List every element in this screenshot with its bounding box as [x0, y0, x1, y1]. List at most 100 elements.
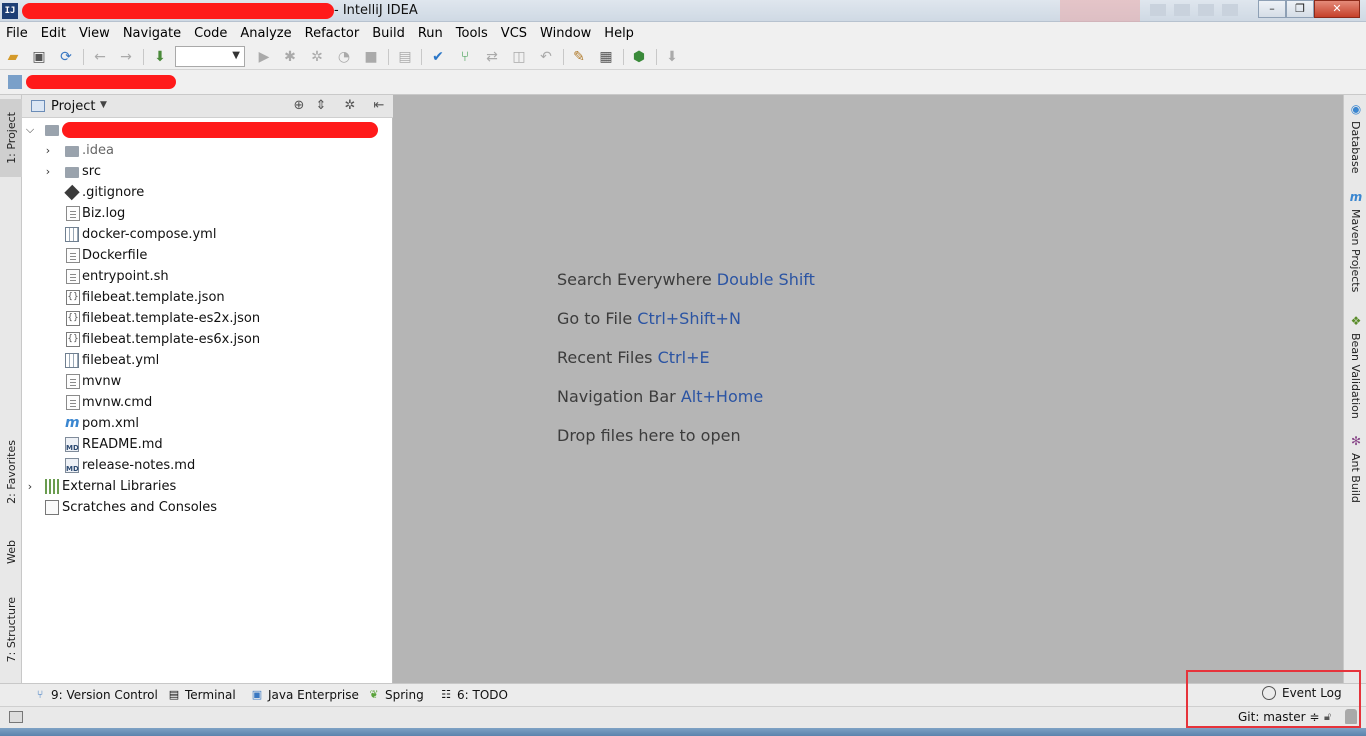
- run-configuration-select[interactable]: ▼: [175, 46, 245, 67]
- tree-row[interactable]: {} filebeat.template.json: [22, 287, 393, 308]
- tree-row[interactable]: docker-compose.yml: [22, 224, 393, 245]
- tab-todo[interactable]: ☷ 6: TODO: [439, 688, 508, 702]
- save-icon[interactable]: ▣: [31, 49, 47, 65]
- maximize-button[interactable]: ❐: [1286, 0, 1314, 18]
- project-structure-icon[interactable]: ▦: [598, 49, 614, 65]
- status-bar: [0, 706, 1366, 728]
- chevron-right-icon[interactable]: ›: [42, 144, 54, 157]
- tree-label: Biz.log: [82, 206, 126, 221]
- tree-row[interactable]: › src: [22, 161, 393, 182]
- menu-window[interactable]: Window: [540, 26, 591, 41]
- chevron-right-icon[interactable]: ›: [42, 165, 54, 178]
- toolbar-separator: [388, 49, 389, 65]
- hide-panel-icon[interactable]: ⇤: [371, 98, 387, 113]
- tab-project[interactable]: 1: Project: [0, 99, 22, 177]
- memory-indicator-icon[interactable]: [1345, 709, 1357, 724]
- tree-row[interactable]: mvnw.cmd: [22, 392, 393, 413]
- profile-icon[interactable]: ◔: [336, 49, 352, 65]
- chevron-down-icon[interactable]: ⌵: [24, 123, 36, 137]
- menu-edit[interactable]: Edit: [41, 26, 66, 41]
- tree-row-root[interactable]: ⌵: [22, 119, 393, 140]
- sync-icon[interactable]: ⟳: [58, 49, 74, 65]
- menu-analyze[interactable]: Analyze: [240, 26, 291, 41]
- close-button[interactable]: ✕: [1314, 0, 1360, 18]
- tree-row[interactable]: MD release-notes.md: [22, 455, 393, 476]
- tree-row[interactable]: MD README.md: [22, 434, 393, 455]
- menu-vcs[interactable]: VCS: [501, 26, 527, 41]
- menu-refactor[interactable]: Refactor: [305, 26, 360, 41]
- scroll-from-source-icon[interactable]: ⊕: [291, 98, 307, 113]
- open-folder-icon[interactable]: ▰: [5, 49, 21, 65]
- git-branch-widget[interactable]: Git: master ≑: [1238, 710, 1319, 724]
- attach-icon[interactable]: ▤: [397, 49, 413, 65]
- back-icon[interactable]: ←: [92, 49, 108, 65]
- tab-structure[interactable]: 7: Structure: [0, 589, 22, 671]
- build-icon[interactable]: ⬇: [152, 49, 168, 65]
- hint-text: Go to File: [557, 309, 633, 328]
- tab-database[interactable]: ◉ Database: [1344, 103, 1366, 175]
- menu-run[interactable]: Run: [418, 26, 443, 41]
- coverage-icon[interactable]: ✲: [309, 49, 325, 65]
- chevron-down-icon[interactable]: ▼: [100, 100, 107, 110]
- tree-row[interactable]: Biz.log: [22, 203, 393, 224]
- run-icon[interactable]: ▶: [256, 49, 272, 65]
- maven-icon: m: [1349, 190, 1363, 204]
- tree-row[interactable]: › .idea: [22, 140, 393, 161]
- menu-build[interactable]: Build: [372, 26, 405, 41]
- sdk-icon[interactable]: ⬢: [631, 49, 647, 65]
- menu-file[interactable]: File: [6, 26, 28, 41]
- tab-favorites[interactable]: 2: Favorites: [0, 429, 22, 515]
- minimize-button[interactable]: –: [1258, 0, 1286, 18]
- menu-code[interactable]: Code: [194, 26, 227, 41]
- tree-row[interactable]: {} filebeat.template-es2x.json: [22, 308, 393, 329]
- tab-bean-validation[interactable]: ❖ Bean Validation: [1344, 314, 1366, 419]
- tab-terminal[interactable]: ▤ Terminal: [167, 688, 236, 702]
- tab-database-label: Database: [1349, 121, 1362, 174]
- forward-icon[interactable]: →: [118, 49, 134, 65]
- text-file-icon: [66, 248, 80, 263]
- tab-spring[interactable]: ❦ Spring: [367, 688, 423, 702]
- tree-label: filebeat.template-es2x.json: [82, 311, 261, 326]
- debug-icon[interactable]: ✱: [282, 49, 298, 65]
- tree-row[interactable]: {} filebeat.template-es6x.json: [22, 329, 393, 350]
- tree-row[interactable]: mvnw: [22, 371, 393, 392]
- tab-web[interactable]: Web: [0, 527, 22, 577]
- tree-row[interactable]: › External Libraries: [22, 476, 393, 497]
- tree-label: filebeat.template-es6x.json: [82, 332, 261, 347]
- vcs-commit-icon[interactable]: ⑂: [457, 49, 473, 65]
- menu-navigate[interactable]: Navigate: [123, 26, 181, 41]
- lock-icon[interactable]: 🔓︎: [1324, 710, 1331, 724]
- tree-label: Dockerfile: [82, 248, 148, 263]
- stop-icon[interactable]: ■: [363, 49, 379, 65]
- tree-row[interactable]: .gitignore: [22, 182, 393, 203]
- gear-icon[interactable]: ✲: [342, 98, 358, 113]
- vcs-update-icon[interactable]: ✔: [430, 49, 446, 65]
- tab-version-control[interactable]: ⑂ 9: Version Control: [33, 688, 158, 702]
- menu-tools[interactable]: Tools: [456, 26, 488, 41]
- shell-file-icon: [66, 269, 80, 284]
- tree-row[interactable]: m pom.xml: [22, 413, 393, 434]
- chevron-right-icon[interactable]: ›: [24, 480, 36, 493]
- editor-area[interactable]: Search Everywhere Double Shift Go to Fil…: [393, 95, 1343, 683]
- terminal-icon: ▤: [168, 688, 180, 701]
- tree-row[interactable]: Scratches and Consoles: [22, 497, 393, 518]
- tree-row[interactable]: Dockerfile: [22, 245, 393, 266]
- tree-row[interactable]: filebeat.yml: [22, 350, 393, 371]
- tab-event-log[interactable]: Event Log: [1262, 686, 1342, 700]
- vcs-revert-icon[interactable]: ↶: [538, 49, 554, 65]
- project-panel-title[interactable]: Project: [51, 99, 95, 114]
- folder-icon: [65, 146, 79, 157]
- bean-icon: ❖: [1350, 314, 1362, 328]
- vcs-history-icon[interactable]: ◫: [511, 49, 527, 65]
- collapse-all-icon[interactable]: ⇕: [313, 98, 329, 113]
- tree-row[interactable]: entrypoint.sh: [22, 266, 393, 287]
- deploy-icon[interactable]: ⬇: [664, 49, 680, 65]
- menu-help[interactable]: Help: [604, 26, 634, 41]
- tab-maven-projects[interactable]: m Maven Projects: [1344, 190, 1366, 292]
- settings-icon[interactable]: ✎: [571, 49, 587, 65]
- vcs-compare-icon[interactable]: ⇄: [484, 49, 500, 65]
- menu-view[interactable]: View: [79, 26, 110, 41]
- toggle-tool-windows-icon[interactable]: [9, 711, 23, 723]
- tab-ant-build[interactable]: ✻ Ant Build: [1344, 435, 1366, 505]
- tab-java-enterprise[interactable]: ▣ Java Enterprise: [250, 688, 359, 702]
